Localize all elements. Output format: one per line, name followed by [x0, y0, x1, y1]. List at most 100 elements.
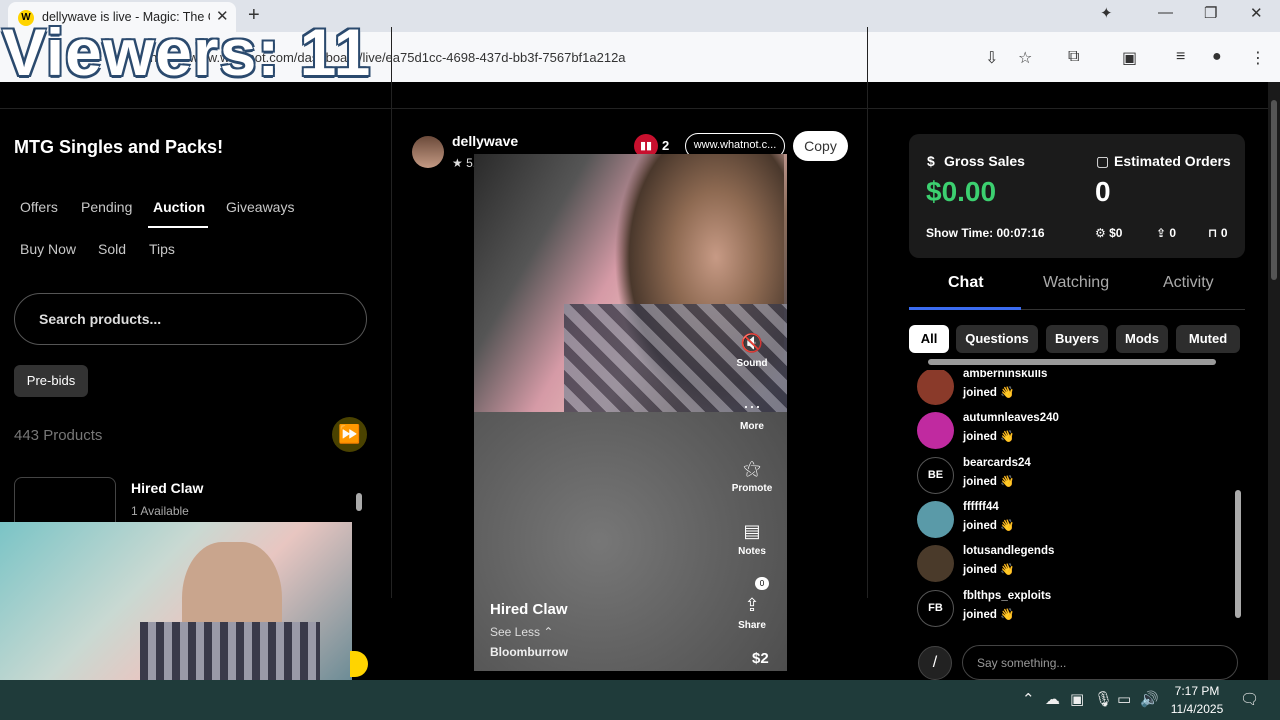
filter-all[interactable]: All: [909, 325, 949, 353]
chat-message: autumnleaves240 joined 👋: [917, 412, 1217, 452]
tab-pending[interactable]: Pending: [81, 199, 132, 215]
notes-control[interactable]: ▤ Notes: [722, 520, 782, 557]
host-name[interactable]: dellywave: [452, 133, 518, 149]
page-scrollbar-thumb[interactable]: [1271, 100, 1277, 280]
filter-questions[interactable]: Questions: [956, 325, 1038, 353]
volume-icon[interactable]: 🔊: [1140, 690, 1159, 708]
menu-icon[interactable]: ⋮: [1250, 48, 1266, 68]
gemini-icon[interactable]: ✦: [1100, 4, 1113, 22]
network-icon[interactable]: ▭: [1117, 690, 1131, 708]
taskbar-clock[interactable]: 7:17 PM 11/4/2025: [1162, 682, 1232, 718]
page-scrollbar[interactable]: [1268, 82, 1280, 680]
promote-icon: ⚝: [743, 458, 761, 478]
more-control[interactable]: ··· More: [722, 395, 782, 432]
tab-activity[interactable]: Activity: [1163, 274, 1214, 292]
copy-button[interactable]: Copy: [793, 131, 848, 161]
sound-control[interactable]: 🔇 Sound: [722, 332, 782, 369]
chat-message: ffffff44 joined 👋: [917, 501, 1217, 541]
product-price: $2: [752, 650, 769, 667]
chat-scrollbar[interactable]: [1232, 380, 1244, 632]
bookmark-icon: ⊓: [1208, 226, 1218, 240]
product-list-scrollbar[interactable]: [354, 479, 364, 519]
host-avatar[interactable]: [412, 136, 444, 168]
bookmarks-value: 0: [1220, 226, 1228, 240]
share-count-badge: 0: [755, 577, 769, 590]
chat-username[interactable]: ffffff44: [963, 501, 999, 513]
clock-date: 11/4/2025: [1170, 702, 1224, 716]
filter-scrollbar[interactable]: [910, 358, 1240, 366]
tab-chat[interactable]: Chat: [948, 274, 984, 292]
user-avatar[interactable]: BE: [917, 457, 954, 494]
gross-sales-value: $0.00: [926, 176, 997, 207]
show-time-label: Show Time:: [926, 226, 994, 240]
tray-app-icon[interactable]: ▣: [1070, 690, 1084, 708]
share-control[interactable]: ⇪ Share: [722, 594, 782, 631]
chat-username[interactable]: amberninskulls: [963, 370, 1047, 380]
user-avatar[interactable]: FB: [917, 590, 954, 627]
user-avatar[interactable]: [917, 501, 954, 538]
tab-offers[interactable]: Offers: [20, 199, 58, 215]
tab-giveaways[interactable]: Giveaways: [226, 199, 294, 215]
product-name[interactable]: Hired Claw: [131, 480, 203, 496]
chat-username[interactable]: fblthps_exploits: [963, 590, 1051, 602]
notes-icon: ▤: [743, 521, 761, 541]
sound-label: Sound: [736, 358, 768, 369]
product-availability: 1 Available: [131, 504, 189, 518]
chat-text: joined 👋: [963, 387, 1015, 399]
notifications-icon[interactable]: 🗨: [1240, 690, 1259, 708]
promote-control[interactable]: ⚝ Promote: [722, 457, 782, 494]
commands-icon[interactable]: /: [918, 646, 952, 680]
minimize-icon[interactable]: —: [1158, 4, 1173, 21]
fast-forward-icon[interactable]: ⏩: [332, 417, 367, 452]
product-count: 443 Products: [14, 427, 103, 444]
more-icon: ···: [743, 396, 761, 416]
chat-message: lotusandlegends joined 👋: [917, 545, 1217, 585]
tab-auction[interactable]: Auction: [153, 199, 205, 215]
close-window-icon[interactable]: ✕: [1250, 4, 1263, 22]
filter-scrollbar-thumb[interactable]: [928, 359, 1216, 365]
onedrive-icon[interactable]: ☁: [1045, 690, 1060, 708]
prebids-button[interactable]: Pre-bids: [14, 365, 88, 397]
install-icon[interactable]: ⇩: [985, 48, 998, 68]
chat-input[interactable]: Say something...: [962, 645, 1238, 680]
filter-mods[interactable]: Mods: [1116, 325, 1168, 353]
gross-sales-label: Gross Sales: [944, 153, 1025, 169]
search-input[interactable]: Search products...: [14, 293, 367, 345]
microphone-icon[interactable]: 🎙: [1094, 690, 1113, 708]
chat-message-list[interactable]: amberninskulls joined 👋 autumnleaves240 …: [909, 370, 1229, 632]
chat-username[interactable]: lotusandlegends: [963, 545, 1054, 557]
chat-text: joined 👋: [963, 476, 1015, 488]
media-control-icon[interactable]: ≡: [1176, 48, 1185, 66]
chat-text: joined 👋: [963, 564, 1015, 576]
extensions-icon[interactable]: ⧉: [1068, 48, 1079, 66]
chat-text: joined 👋: [963, 609, 1015, 621]
notes-label: Notes: [738, 546, 766, 557]
tab-watching[interactable]: Watching: [1043, 274, 1109, 292]
tab-search-icon[interactable]: ▣: [1122, 48, 1137, 68]
product-list-scroll-thumb[interactable]: [356, 493, 362, 511]
filter-muted[interactable]: Muted: [1176, 325, 1240, 353]
show-title: MTG Singles and Packs!: [14, 137, 224, 157]
tray-expand-icon[interactable]: ⌃: [1022, 690, 1035, 708]
tab-tips[interactable]: Tips: [149, 241, 175, 257]
profile-icon[interactable]: ●: [1212, 48, 1222, 66]
filter-buyers[interactable]: Buyers: [1046, 325, 1108, 353]
chat-username[interactable]: autumnleaves240: [963, 412, 1059, 424]
show-time: Show Time: 00:07:16: [926, 226, 1045, 240]
shares-stat: ⇪ 0: [1156, 226, 1176, 240]
tab-buy-now[interactable]: Buy Now: [20, 241, 76, 257]
share-icon: ⇪: [744, 595, 760, 615]
see-less-link[interactable]: See Less ⌃: [490, 625, 553, 639]
chat-username[interactable]: bearcards24: [963, 457, 1031, 469]
active-chat-tab-underline: [909, 307, 1021, 310]
user-avatar[interactable]: [917, 412, 954, 449]
tips-icon: ⚙: [1095, 226, 1106, 240]
promote-label: Promote: [731, 483, 773, 494]
restore-icon[interactable]: ❐: [1204, 4, 1217, 22]
user-avatar[interactable]: [917, 370, 954, 405]
bookmark-star-icon[interactable]: ☆: [1018, 48, 1032, 68]
tab-sold[interactable]: Sold: [98, 241, 126, 257]
chat-scrollbar-thumb[interactable]: [1235, 490, 1241, 618]
webcam-overlay: [0, 522, 352, 682]
user-avatar[interactable]: [917, 545, 954, 582]
